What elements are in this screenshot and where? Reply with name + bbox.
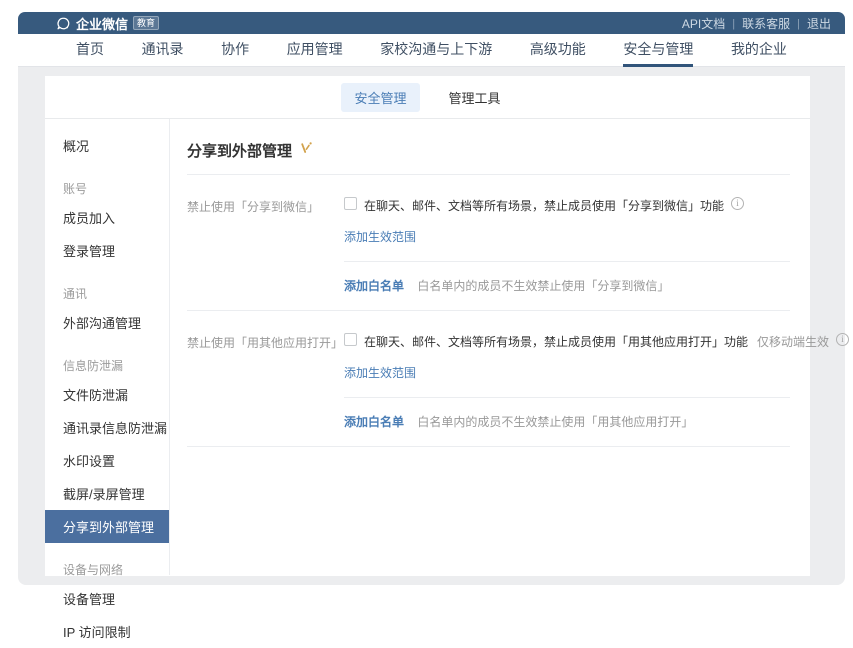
wecom-logo-icon <box>56 16 71 31</box>
sidebar-item-contacts-leak-prevention[interactable]: 通讯录信息防泄漏 <box>45 411 169 444</box>
sidebar-item-overview[interactable]: 概况 <box>45 129 169 162</box>
checkbox-label: 在聊天、邮件、文档等所有场景，禁止成员使用「分享到微信」功能 <box>364 197 724 214</box>
forbid-share-to-wechat-checkbox[interactable] <box>344 197 357 210</box>
sidebar-item-external-communication[interactable]: 外部沟通管理 <box>45 306 169 339</box>
add-whitelist-link[interactable]: 添加白名单 <box>344 415 404 429</box>
app-shell: 企业微信 教育 API文档 联系客服 退出 首页 通讯录 协作 应用管理 家校沟… <box>18 12 845 585</box>
sidebar-item-watermark-settings[interactable]: 水印设置 <box>45 444 169 477</box>
tab-security-manage[interactable]: 安全管理 <box>341 83 419 112</box>
sidebar-item-login-management[interactable]: 登录管理 <box>45 234 169 267</box>
card-body: 概况 账号 成员加入 登录管理 通讯 外部沟通管理 信息防泄漏 文件防泄漏 通讯… <box>45 119 810 575</box>
tab-manage-tools[interactable]: 管理工具 <box>436 83 514 112</box>
whitelist-description: 白名单内的成员不生效禁止使用「分享到微信」 <box>417 279 669 293</box>
nav-item-advanced-features[interactable]: 高级功能 <box>530 34 586 67</box>
secondary-tabs: 安全管理 管理工具 <box>45 76 810 119</box>
sidebar-item-member-join[interactable]: 成员加入 <box>45 201 169 234</box>
setting-label: 禁止使用「分享到微信」 <box>187 175 344 310</box>
separator <box>732 16 735 30</box>
sidebar-item-screenshot-recording[interactable]: 截屏/录屏管理 <box>45 477 169 510</box>
setting-row-open-with-other-apps: 禁止使用「用其他应用打开」 在聊天、邮件、文档等所有场景，禁止成员使用「用其他应… <box>187 311 790 446</box>
add-effective-scope-link[interactable]: 添加生效范围 <box>344 364 416 381</box>
content-panel: 安全管理 管理工具 概况 账号 成员加入 登录管理 通讯 外部沟通管理 信息防泄… <box>18 67 845 585</box>
nav-item-security-management[interactable]: 安全与管理 <box>623 34 693 67</box>
topbar-links: API文档 联系客服 退出 <box>682 15 831 32</box>
whitelist-row: 添加白名单 白名单内的成员不生效禁止使用「分享到微信」 <box>344 262 790 310</box>
sidebar-section-communication: 通讯 <box>45 279 169 306</box>
mobile-only-note: 仅移动端生效 <box>757 333 829 350</box>
topbar: 企业微信 教育 API文档 联系客服 退出 <box>18 12 845 34</box>
api-docs-link[interactable]: API文档 <box>682 15 725 32</box>
primary-nav: 首页 通讯录 协作 应用管理 家校沟通与上下游 高级功能 安全与管理 我的企业 <box>18 34 845 67</box>
separator <box>797 16 800 30</box>
settings-content: 分享到外部管理 禁止使用「分享到微信」 <box>170 119 810 575</box>
nav-item-collaboration[interactable]: 协作 <box>221 34 249 67</box>
contact-support-link[interactable]: 联系客服 <box>742 15 790 32</box>
sidebar-item-ip-access-limit[interactable]: IP 访问限制 <box>45 615 169 648</box>
logout-link[interactable]: 退出 <box>807 15 831 32</box>
nav-item-school-upstream[interactable]: 家校沟通与上下游 <box>380 34 492 67</box>
info-icon[interactable] <box>731 197 744 210</box>
sidebar-section-info-leak-prevention: 信息防泄漏 <box>45 351 169 378</box>
nav-item-my-company[interactable]: 我的企业 <box>731 34 787 67</box>
sidebar-item-device-management[interactable]: 设备管理 <box>45 582 169 615</box>
sidebar-item-share-to-external[interactable]: 分享到外部管理 <box>45 510 169 543</box>
nav-item-app-management[interactable]: 应用管理 <box>287 34 343 67</box>
sidebar-section-account: 账号 <box>45 174 169 201</box>
forbid-share-to-wechat-option: 在聊天、邮件、文档等所有场景，禁止成员使用「分享到微信」功能 <box>344 175 790 214</box>
brand-name: 企业微信 <box>76 14 128 33</box>
title-row: 分享到外部管理 <box>187 131 790 175</box>
info-icon[interactable] <box>836 333 849 346</box>
sidebar-item-file-leak-prevention[interactable]: 文件防泄漏 <box>45 378 169 411</box>
divider <box>187 446 790 447</box>
brand[interactable]: 企业微信 教育 <box>56 14 159 33</box>
sidebar-section-device-network: 设备与网络 <box>45 555 169 582</box>
checkbox-label: 在聊天、邮件、文档等所有场景，禁止成员使用「用其他应用打开」功能 <box>364 333 748 350</box>
main-card: 安全管理 管理工具 概况 账号 成员加入 登录管理 通讯 外部沟通管理 信息防泄… <box>45 76 810 576</box>
add-effective-scope-link[interactable]: 添加生效范围 <box>344 228 416 245</box>
add-whitelist-link[interactable]: 添加白名单 <box>344 279 404 293</box>
edition-badge: 教育 <box>133 16 159 30</box>
whitelist-row: 添加白名单 白名单内的成员不生效禁止使用「用其他应用打开」 <box>344 398 790 446</box>
forbid-open-with-other-apps-option: 在聊天、邮件、文档等所有场景，禁止成员使用「用其他应用打开」功能 仅移动端生效 <box>344 311 790 350</box>
new-feature-sparkle-icon <box>299 141 313 160</box>
setting-label: 禁止使用「用其他应用打开」 <box>187 311 344 446</box>
setting-row-share-to-wechat: 禁止使用「分享到微信」 在聊天、邮件、文档等所有场景，禁止成员使用「分享到微信」… <box>187 175 790 310</box>
nav-item-home[interactable]: 首页 <box>76 34 104 67</box>
settings-sidebar: 概况 账号 成员加入 登录管理 通讯 外部沟通管理 信息防泄漏 文件防泄漏 通讯… <box>45 119 170 575</box>
page-title: 分享到外部管理 <box>187 140 292 161</box>
nav-item-contacts[interactable]: 通讯录 <box>142 34 184 67</box>
whitelist-description: 白名单内的成员不生效禁止使用「用其他应用打开」 <box>417 415 693 429</box>
forbid-open-with-other-apps-checkbox[interactable] <box>344 333 357 346</box>
